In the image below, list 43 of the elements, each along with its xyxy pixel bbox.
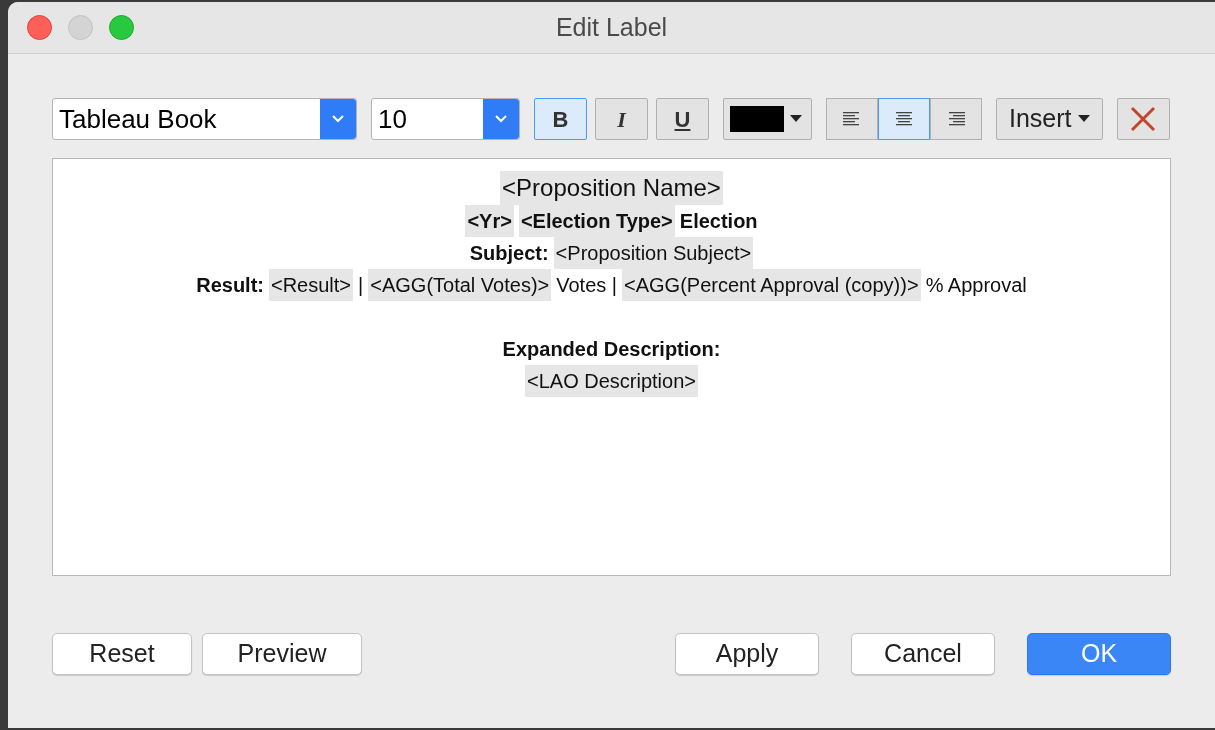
dialog-button[interactable]: Reset <box>52 633 192 675</box>
caret-icon <box>1077 115 1090 123</box>
field-placeholder: <AGG(Percent Approval (copy))> <box>622 269 921 301</box>
align-right-icon <box>946 111 966 127</box>
field-placeholder: <AGG(Total Votes)> <box>368 269 552 301</box>
field-placeholder: <Proposition Subject> <box>553 237 754 269</box>
underline-button[interactable]: U <box>656 98 709 140</box>
field-placeholder: <Election Type> <box>518 205 675 237</box>
italic-button[interactable]: I <box>595 98 648 140</box>
clear-button[interactable] <box>1116 98 1170 140</box>
align-right-button[interactable] <box>930 98 982 140</box>
label-editor[interactable] <box>52 158 1171 576</box>
field-placeholder: <Result> <box>269 269 354 301</box>
font-select[interactable]: Tableau Book <box>52 98 357 140</box>
close-icon <box>1130 106 1157 132</box>
window-title: Edit Label <box>555 11 668 43</box>
insert-button[interactable]: Insert <box>996 98 1103 140</box>
close-window-icon[interactable] <box>27 15 52 40</box>
dialog-button[interactable]: Apply <box>675 633 819 675</box>
label-text: Election <box>679 209 758 234</box>
label-text: Expanded Description: <box>502 337 721 362</box>
label-text: | <box>358 273 364 298</box>
label-text: Votes | <box>556 273 618 298</box>
ok-button[interactable]: OK <box>1027 633 1171 675</box>
align-left-button[interactable] <box>826 98 878 140</box>
label-text: Subject: <box>469 241 549 266</box>
field-placeholder: <Yr> <box>465 205 514 237</box>
zoom-window-icon[interactable] <box>109 15 134 40</box>
chevron-down-icon <box>331 114 345 124</box>
label-text: Result: <box>196 273 264 298</box>
field-placeholder: <Proposition Name> <box>500 171 723 205</box>
size-select[interactable]: 10 <box>371 98 520 140</box>
align-center-button[interactable] <box>878 98 930 140</box>
field-placeholder: <LAO Description> <box>525 365 698 397</box>
align-center-icon <box>894 111 914 127</box>
chevron-down-icon <box>494 114 508 124</box>
align-left-icon <box>842 111 862 127</box>
bold-button[interactable]: B <box>534 98 587 140</box>
caret-icon <box>790 115 802 123</box>
dialog-button[interactable]: Preview <box>202 633 362 675</box>
dialog-button[interactable]: Cancel <box>851 633 995 675</box>
color-picker[interactable] <box>723 98 812 140</box>
label-text: % Approval <box>925 273 1027 298</box>
